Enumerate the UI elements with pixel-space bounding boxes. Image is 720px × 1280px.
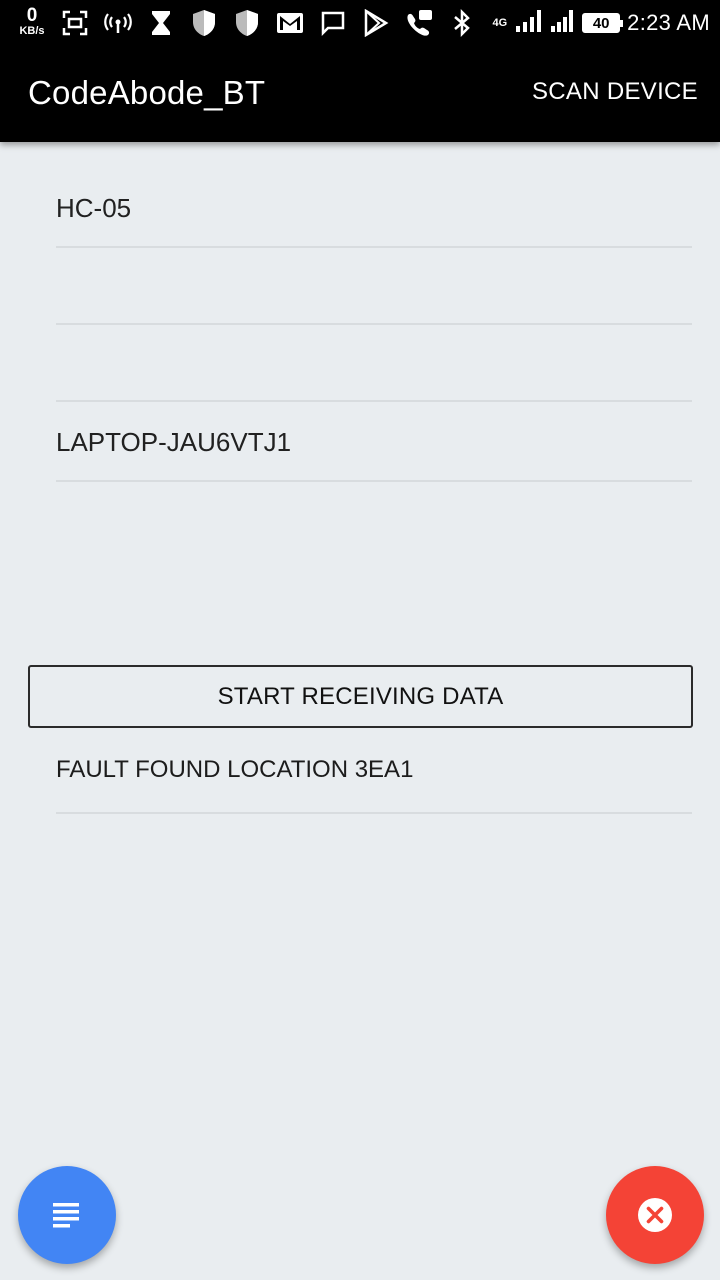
shield-icon (232, 8, 262, 38)
scan-device-button[interactable]: SCAN DEVICE (532, 78, 698, 106)
notification-icons (60, 7, 477, 39)
network-speed: 0 KB/s (14, 6, 50, 37)
device-list-item[interactable]: HC-05 (56, 166, 692, 248)
device-list-item[interactable] (56, 325, 692, 402)
system-status: 4G 40 2:23 AM (492, 7, 710, 39)
app-bar: CodeAbode_BT SCAN DEVICE (0, 46, 720, 142)
received-message: FAULT FOUND LOCATION 3EA1 (56, 756, 414, 783)
app-title: CodeAbode_BT (28, 74, 266, 111)
start-receiving-button[interactable]: START RECEIVING DATA (28, 665, 693, 728)
battery-icon: 40 (582, 13, 624, 33)
network-speed-value: 0 (26, 5, 38, 26)
device-list: HC-05 LAPTOP-JAU6VTJ1 (56, 166, 692, 482)
network-type-label: 4G (492, 17, 508, 29)
hotspot-icon (103, 8, 133, 38)
received-data-item: FAULT FOUND LOCATION 3EA1 (56, 728, 692, 814)
device-list-item[interactable]: LAPTOP-JAU6VTJ1 (56, 402, 692, 482)
device-name: LAPTOP-JAU6VTJ1 (56, 427, 292, 457)
hourglass-icon (146, 8, 176, 38)
device-list-item[interactable] (56, 248, 692, 325)
bluetooth-icon (447, 8, 477, 38)
close-icon (638, 1198, 672, 1232)
screenshot-icon (60, 8, 90, 38)
battery-level: 40 (592, 14, 610, 32)
message-icon (318, 8, 348, 38)
device-name: HC-05 (56, 193, 132, 223)
network-speed-unit: KB/s (19, 25, 45, 37)
list-fab-button[interactable] (18, 1166, 116, 1264)
gmail-icon (275, 8, 305, 38)
close-fab-button[interactable] (606, 1166, 704, 1264)
shield-icon (189, 8, 219, 38)
play-store-icon (361, 8, 391, 38)
list-icon (53, 1203, 79, 1228)
signal-icon (514, 8, 542, 39)
signal-icon (549, 8, 575, 39)
status-bar: 0 KB/s 4G 40 2:23 AM (0, 0, 720, 46)
clock: 2:23 AM (627, 10, 710, 35)
wifi-call-icon (404, 8, 434, 38)
